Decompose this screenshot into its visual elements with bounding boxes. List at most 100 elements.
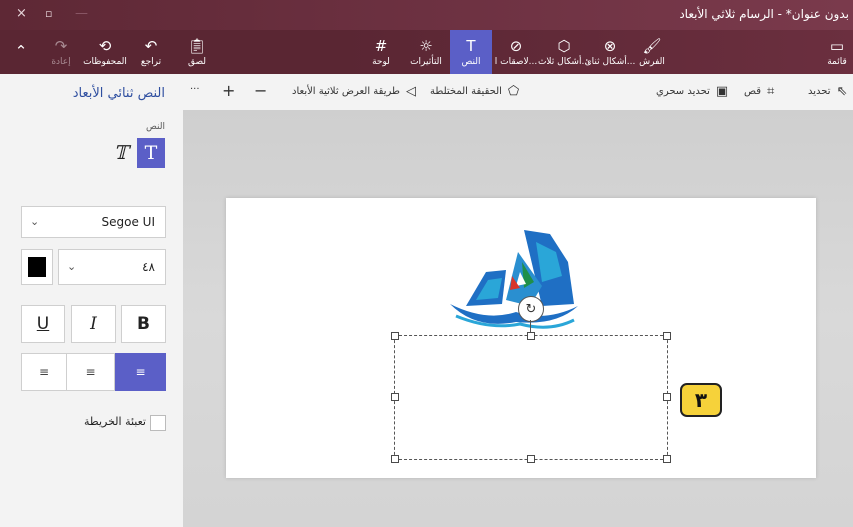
crop-icon: ⌗ [767,84,775,99]
stickers-label: لاصقات ا... [494,56,538,67]
title-bar: × ▫ — بدون عنوان* - الرسام ثلاثي الأبعاد [0,0,853,30]
undo-icon: ↶ [144,36,158,55]
font-family-value: Segoe UI [101,215,155,229]
effects-button[interactable]: ☼ التأثيرات [404,30,448,74]
resize-handle-n[interactable] [527,332,535,340]
panel-title: النص ثنائي الأبعاد [72,86,165,101]
resize-handle-nw[interactable] [391,332,399,340]
restore-window-button[interactable]: ▫ [45,7,52,20]
collapse-ribbon-button[interactable]: ⌃ [10,30,32,74]
font-size-select[interactable]: ⌄ ٤٨ [58,249,166,285]
minimize-window-button[interactable]: — [75,6,88,21]
sticker-icon: ⊘ [509,36,523,55]
menu-label: قائمة [827,56,847,67]
minus-icon: − [254,81,268,100]
underline-button[interactable]: U [21,305,65,343]
more-icon: ··· [190,84,200,95]
bold-button[interactable]: B [121,305,166,343]
text-section-label: النص [146,122,165,132]
crop-label: قص [744,86,762,97]
more-options-button[interactable]: ··· [190,84,200,95]
magic-select-label: تحديد سحري [656,86,710,97]
rotate-handle[interactable]: ↻ [518,296,544,322]
mixed-reality-button[interactable]: ⬠ الحقيقة المختلطة [430,84,519,99]
plus-icon: + [222,81,236,100]
resize-handle-e[interactable] [663,393,671,401]
brushes-button[interactable]: 🖌︎ الفرش [636,30,668,74]
redo-label: إعادة [51,56,71,67]
resize-handle-s[interactable] [527,455,535,463]
history-label: المحفوظات [83,56,127,67]
plain-text-button[interactable]: T [137,138,165,168]
paste-icon: 📋︎ [187,36,207,55]
history-icon: ⟲ [98,36,112,55]
zoom-in-button[interactable]: + [222,81,235,100]
history-button[interactable]: ⟲ المحفوظات [82,30,128,74]
font-size-value: ٤٨ [142,260,155,274]
paste-button[interactable]: 📋︎ لصق [180,30,214,74]
effects-label: التأثيرات [410,56,442,67]
paste-label: لصق [187,56,207,67]
chevron-up-icon: ⌃ [14,41,28,60]
canvas-label: لوحة [372,56,390,67]
magic-select-icon: ▣ [715,84,729,99]
text-label: النص [461,56,481,67]
window-title: بدون عنوان* - الرسام ثلاثي الأبعاد [679,7,849,21]
underline-label: U [36,314,50,334]
rotate-icon: ↻ [525,301,537,317]
canvas-button[interactable]: # لوحة [364,30,398,74]
italic-button[interactable]: I [71,305,116,343]
select-button[interactable]: ⇖ تحديد [808,84,847,99]
select-label: تحديد [808,86,831,97]
mixed-reality-icon: ⬠ [507,84,520,99]
effects-icon: ☼ [419,36,433,55]
resize-handle-sw[interactable] [391,455,399,463]
text-selection-box[interactable] [391,332,671,463]
bold-label: B [137,314,150,334]
align-center-button[interactable]: ≡ [67,353,115,391]
redo-icon: ↷ [54,36,68,55]
text-icon: T [144,142,158,164]
chevron-down-icon: ⌄ [30,215,40,228]
menu-icon: ▭ [829,36,845,55]
2d-shapes-icon: ⊗ [603,36,617,55]
shapes2d-button[interactable]: ⊗ أشكال ثنائ... [585,30,636,74]
view-3d-button[interactable]: ◁ طريقة العرض ثلاثية الأبعاد [292,84,416,99]
font-family-select[interactable]: ⌄ Segoe UI [21,206,166,238]
text-icon: T [466,36,476,55]
step-number: ٣ [694,388,708,412]
align-right-button[interactable]: ≡ [21,353,67,391]
redo-button[interactable]: ↷ إعادة [46,30,76,74]
resize-handle-w[interactable] [391,393,399,401]
magic-select-button[interactable]: ▣ تحديد سحري [656,84,728,99]
canvas-icon: # [374,36,388,55]
align-left-button[interactable]: ≡ [115,353,166,391]
undo-button[interactable]: ↶ تراجع [134,30,168,74]
crop-button[interactable]: ⌗ قص [744,84,774,99]
chevron-down-icon: ⌄ [67,260,77,273]
brush-icon: 🖌︎ [642,36,662,55]
fill-background-label: تعبئة الخريطة [84,415,146,428]
brushes-label: الفرش [639,56,665,67]
close-window-button[interactable]: × [16,6,27,21]
zoom-out-button[interactable]: − [254,81,267,100]
3d-text-button[interactable]: 𝕋 [108,140,134,166]
undo-label: تراجع [140,56,162,67]
fill-background-checkbox[interactable] [150,415,166,431]
italic-label: I [90,314,97,334]
text-color-button[interactable] [21,249,53,285]
stickers-button[interactable]: ⊘ لاصقات ا... [494,30,538,74]
shapes2d-label: أشكال ثنائ... [584,56,636,67]
menu-button[interactable]: ▭ قائمة [822,30,852,74]
text-button[interactable]: T النص [450,30,492,74]
shapes3d-button[interactable]: ⬡ أشكال ثلاث... [538,30,590,74]
3d-text-icon: 𝕋 [113,142,129,164]
mixed-reality-label: الحقيقة المختلطة [430,86,502,97]
color-swatch [28,257,46,277]
view-3d-label: طريقة العرض ثلاثية الأبعاد [292,86,400,97]
ribbon: ⌃ ↷ إعادة ⟲ المحفوظات ↶ تراجع 📋︎ لصق # ل… [0,30,853,74]
resize-handle-se[interactable] [663,455,671,463]
align-center-icon: ≡ [85,365,96,379]
align-left-icon: ≡ [135,365,146,379]
resize-handle-ne[interactable] [663,332,671,340]
